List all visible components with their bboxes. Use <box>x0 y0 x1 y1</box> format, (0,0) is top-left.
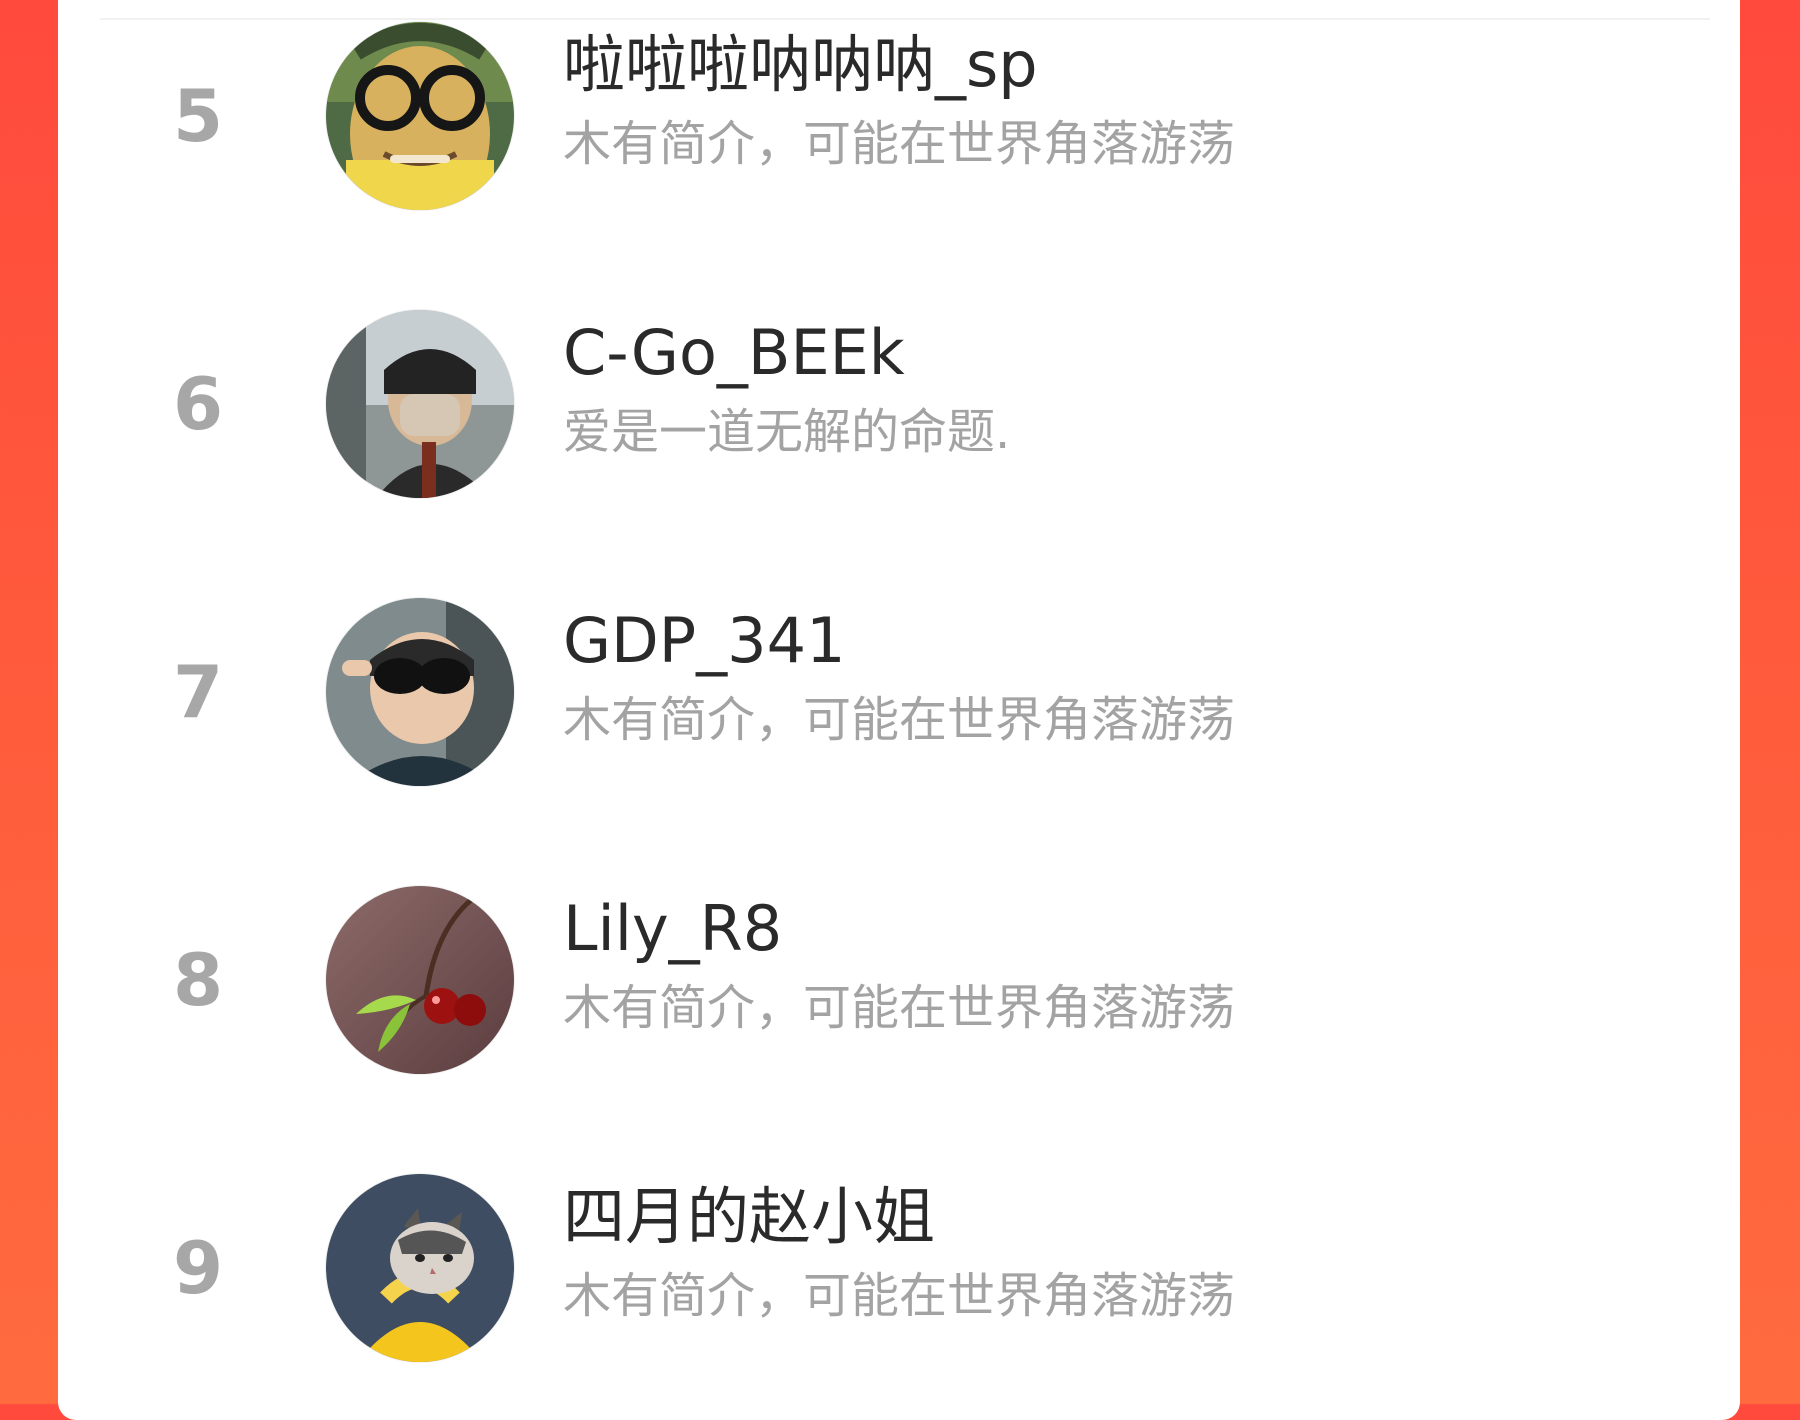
ranking-row-8[interactable]: 8 Lily_R8 木有简介，可能在世界角落游荡 <box>58 836 1740 1124</box>
rank-number: 5 <box>172 74 224 158</box>
rank-number: 9 <box>172 1226 224 1310</box>
rank-number: 7 <box>172 650 224 734</box>
avatar-photo-sunglasses-person-in-car-icon[interactable] <box>326 598 514 786</box>
ranking-row-5[interactable]: 5 啦啦啦呐呐呐_sp 木有简介，可能在世界角落游荡 <box>58 0 1740 260</box>
user-bio: 木有简介，可能在世界角落游荡 <box>563 692 1236 748</box>
avatar-photo-glasses-person-icon[interactable] <box>326 22 514 210</box>
ranking-row-7[interactable]: 7 GDP_341 木有简介，可能在世界角落游荡 <box>58 548 1740 836</box>
username[interactable]: 四月的赵小姐 <box>563 1186 935 1248</box>
username[interactable]: 啦啦啦呐呐呐_sp <box>563 34 1038 96</box>
user-bio: 木有简介，可能在世界角落游荡 <box>563 980 1236 1036</box>
username[interactable]: C-Go_BEEk <box>563 322 905 384</box>
username[interactable]: GDP_341 <box>563 610 846 672</box>
avatar-photo-masked-person-in-car-icon[interactable] <box>326 310 514 498</box>
username[interactable]: Lily_R8 <box>563 898 782 960</box>
avatar-photo-cat-in-yellow-icon[interactable] <box>326 1174 514 1362</box>
user-bio: 爱是一道无解的命题. <box>563 404 1011 460</box>
user-bio: 木有简介，可能在世界角落游荡 <box>563 116 1236 172</box>
avatar-photo-cherries-icon[interactable] <box>326 886 514 1074</box>
ranking-row-9[interactable]: 9 四月的赵小姐 木有简介，可能在世界角落游荡 <box>58 1124 1740 1412</box>
ranking-row-6[interactable]: 6 C-Go_BEEk 爱是一道无解的命题. <box>58 260 1740 548</box>
rank-number: 8 <box>172 938 224 1022</box>
user-bio: 木有简介，可能在世界角落游荡 <box>563 1268 1236 1324</box>
rank-number: 6 <box>172 362 224 446</box>
